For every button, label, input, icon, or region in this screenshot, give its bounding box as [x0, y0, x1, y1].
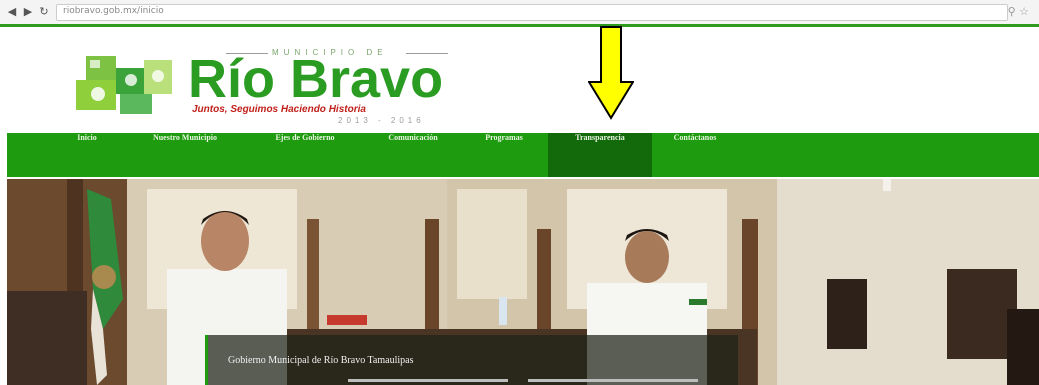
forward-arrow-icon[interactable]: ▶ [22, 6, 34, 18]
nav-item-inicio[interactable]: Inicio [65, 133, 109, 177]
browser-toolbar: ◀ ▶ ↻ riobravo.gob.mx/inicio ⚲ ☆ [0, 0, 1039, 25]
slider-indicator[interactable] [528, 379, 698, 382]
nav-item-ejes-de-gobierno[interactable]: Ejes de Gobierno [257, 133, 353, 177]
logo-mark-icon [76, 56, 172, 114]
address-bar[interactable]: riobravo.gob.mx/inicio [56, 4, 1008, 21]
logo-tagline: Juntos, Seguimos Haciendo Historia [192, 104, 366, 115]
main-navigation: Inicio Nuestro Municipio Ejes de Gobiern… [7, 133, 1039, 177]
site-logo[interactable]: MUNICIPIO DE Río Bravo Juntos, Seguimos … [76, 48, 456, 128]
nav-item-contactanos[interactable]: Contáctanos [657, 133, 733, 177]
logo-brand-name: Río Bravo [188, 49, 444, 109]
star-icon[interactable]: ☆ [1019, 5, 1029, 18]
nav-item-nuestro-municipio[interactable]: Nuestro Municipio [133, 133, 237, 177]
slider-indicators [348, 379, 708, 382]
nav-item-comunicacion[interactable]: Comunicación [371, 133, 455, 177]
down-arrow-icon [588, 26, 634, 120]
back-arrow-icon[interactable]: ◀ [6, 6, 18, 18]
logo-years: 2013 - 2016 [338, 116, 425, 125]
reload-icon[interactable]: ↻ [38, 6, 50, 18]
magnifier-icon[interactable]: ⚲ [1008, 5, 1016, 18]
hero-caption: Gobierno Municipal de Río Bravo Tamaulip… [205, 335, 738, 385]
nav-item-transparencia[interactable]: Transparencia [548, 133, 652, 177]
header-accent-line [0, 24, 1039, 27]
hero-caption-text: Gobierno Municipal de Río Bravo Tamaulip… [228, 355, 414, 366]
slider-indicator[interactable] [348, 379, 508, 382]
url-text: riobravo.gob.mx/inicio [63, 6, 164, 16]
nav-item-programas[interactable]: Programas [469, 133, 539, 177]
